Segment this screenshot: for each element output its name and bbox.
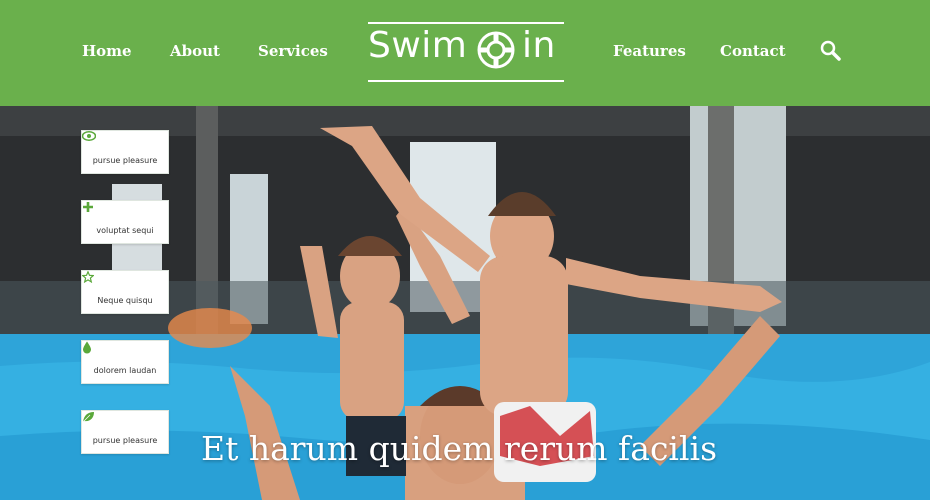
side-menu-item-4[interactable]: dolorem laudan xyxy=(81,340,169,384)
side-menu-item-2[interactable]: voluptat sequi xyxy=(81,200,169,244)
side-menu-label: dolorem laudan xyxy=(93,366,157,375)
side-menu-item-5[interactable]: pursue pleasure xyxy=(81,410,169,454)
nav-contact[interactable]: Contact xyxy=(720,42,786,60)
side-menu-label: Neque quisqu xyxy=(97,296,153,305)
side-menu-item-3[interactable]: Neque quisqu xyxy=(81,270,169,314)
hero-banner: pursue pleasure voluptat sequi Neque qui… xyxy=(0,106,930,500)
logo-text-swim: Swim xyxy=(368,25,468,66)
side-menu-label: pursue pleasure xyxy=(92,436,158,445)
site-logo[interactable]: Swim in xyxy=(368,20,564,84)
side-menu-item-1[interactable]: pursue pleasure xyxy=(81,130,169,174)
lifebuoy-icon xyxy=(477,31,515,69)
nav-features[interactable]: Features xyxy=(613,42,686,60)
side-menu-label: voluptat sequi xyxy=(96,226,154,235)
nav-about[interactable]: About xyxy=(170,42,220,60)
logo-top-line xyxy=(368,22,564,24)
search-icon[interactable] xyxy=(820,40,842,62)
logo-text-in: in xyxy=(522,25,556,66)
site-header: Home About Services Swim in Features Con… xyxy=(0,0,930,106)
nav-services[interactable]: Services xyxy=(258,42,328,60)
logo-bottom-line xyxy=(368,80,564,82)
hero-headline: Et harum quidem rerum facilis xyxy=(201,429,718,468)
side-menu-label: pursue pleasure xyxy=(92,156,158,165)
nav-home[interactable]: Home xyxy=(82,42,132,60)
